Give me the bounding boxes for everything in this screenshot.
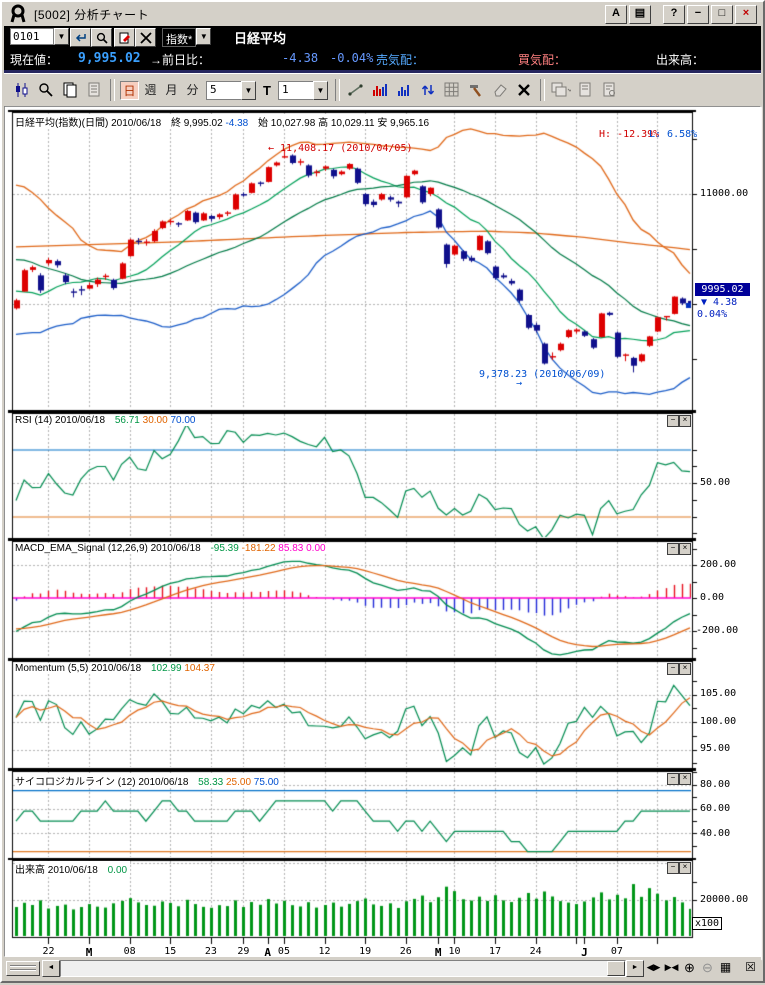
psych-close-button[interactable]: × xyxy=(679,773,691,785)
x-axis-label: 22 xyxy=(38,946,58,957)
psych-axis-label-2: 60.00 xyxy=(700,803,730,814)
momentum-axis-label-2: 100.00 xyxy=(700,716,736,727)
analysis-chart-window: [5002] 分析チャート A ▤ ? − □ × 0101 ▼ xyxy=(0,0,765,983)
macd-minimize-button[interactable]: − xyxy=(667,543,679,555)
zoom-in-button[interactable]: ⊕ xyxy=(681,960,698,976)
grid-window-button[interactable]: ▦ xyxy=(717,960,734,976)
macd-close-button[interactable]: × xyxy=(679,543,691,555)
x-axis-label: 29 xyxy=(233,946,253,957)
rsi-minimize-button[interactable]: − xyxy=(667,415,679,427)
rsi-close-button[interactable]: × xyxy=(679,415,691,427)
macd-axis-label-2: 0.00 xyxy=(700,592,724,603)
volume-close-button[interactable]: × xyxy=(679,862,691,874)
momentum-minimize-button[interactable]: − xyxy=(667,663,679,675)
compress-bars-button[interactable]: ▶◀ xyxy=(663,960,680,976)
price-tag-change: ▼ 4.38 xyxy=(701,297,737,308)
volume-panel-header: 出来高 2010/06/18 0.00 xyxy=(15,861,130,876)
main-panel-header: 日経平均(指数)(日間) 2010/06/18 終 9,995.02 -4.38… xyxy=(15,114,432,129)
psych-axis-label-3: 40.00 xyxy=(700,828,730,839)
scroll-left-button[interactable]: ◄ xyxy=(42,960,60,977)
low-arrow: → xyxy=(516,378,522,389)
close-chart-button[interactable]: ☒ xyxy=(742,960,759,976)
bottom-scrollbar: ◄ ► ◀▶ ▶◀ ⊕ ⊖ ▦ ☒ xyxy=(4,957,761,979)
volume-unit-label: x100 xyxy=(692,917,722,930)
momentum-close-button[interactable]: × xyxy=(679,663,691,675)
main-axis-label: 11000.00 xyxy=(700,188,748,199)
rsi-axis-label: 50.00 xyxy=(700,477,730,488)
x-axis-label: 15 xyxy=(160,946,180,957)
psych-minimize-button[interactable]: − xyxy=(667,773,679,785)
low-percent-label: L: 6.58% xyxy=(649,129,697,140)
splitter-grip[interactable] xyxy=(6,961,40,976)
price-tag-pct: 0.04% xyxy=(697,309,727,320)
momentum-axis-label-3: 95.00 xyxy=(700,743,730,754)
high-price-annotation: ← 11,408.17 (2010/04/05) xyxy=(268,143,413,154)
momentum-panel-header: Momentum (5,5) 2010/06/18 102.99 104.37 xyxy=(15,663,218,674)
x-axis-label: 05 xyxy=(274,946,294,957)
x-axis-label: 12 xyxy=(315,946,335,957)
x-axis-label: 24 xyxy=(526,946,546,957)
volume-axis-label: 20000.00 xyxy=(700,894,748,905)
rsi-panel-header: RSI (14) 2010/06/18 56.71 30.00 70.00 xyxy=(15,415,199,426)
x-axis-label: 07 xyxy=(607,946,627,957)
volume-minimize-button[interactable]: − xyxy=(667,862,679,874)
zoom-out-button[interactable]: ⊖ xyxy=(699,960,716,976)
x-axis-label: 17 xyxy=(485,946,505,957)
expand-bars-button[interactable]: ◀▶ xyxy=(645,960,662,976)
macd-panel-header: MACD_EMA_Signal (12,26,9) 2010/06/18 -95… xyxy=(15,543,329,554)
scrollbar-track[interactable] xyxy=(60,960,626,977)
macd-axis-label-3: -200.00 xyxy=(696,625,738,636)
x-axis-label: 26 xyxy=(396,946,416,957)
x-axis-label: 10 xyxy=(444,946,464,957)
momentum-axis-label-1: 105.00 xyxy=(700,688,736,699)
current-price-tag: 9995.02 xyxy=(695,283,750,296)
scrollbar-thumb[interactable] xyxy=(607,961,625,976)
psych-panel-header: サイコロジカルライン (12) 2010/06/18 58.33 25.00 7… xyxy=(15,773,282,788)
x-axis-label: 08 xyxy=(120,946,140,957)
psych-axis-label-1: 80.00 xyxy=(700,779,730,790)
x-axis-label: 19 xyxy=(355,946,375,957)
x-axis-label: 23 xyxy=(201,946,221,957)
low-price-annotation: 9,378.23 (2010/06/09) xyxy=(479,369,605,380)
macd-axis-label-1: 200.00 xyxy=(700,559,736,570)
scroll-right-button[interactable]: ► xyxy=(626,960,644,977)
